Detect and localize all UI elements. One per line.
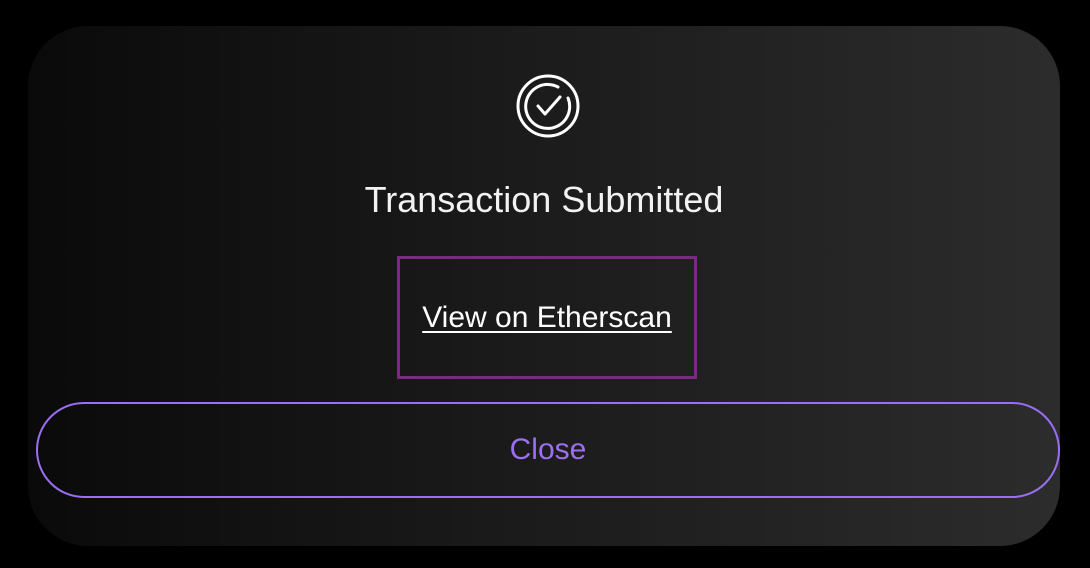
etherscan-link-highlight: View on Etherscan — [397, 256, 697, 379]
check-circle-icon — [516, 74, 580, 138]
modal-title: Transaction Submitted — [364, 179, 724, 220]
transaction-submitted-modal: Transaction Submitted View on Etherscan … — [28, 26, 1060, 546]
view-on-etherscan-link[interactable]: View on Etherscan — [422, 301, 672, 335]
close-button[interactable]: Close — [36, 402, 1060, 498]
